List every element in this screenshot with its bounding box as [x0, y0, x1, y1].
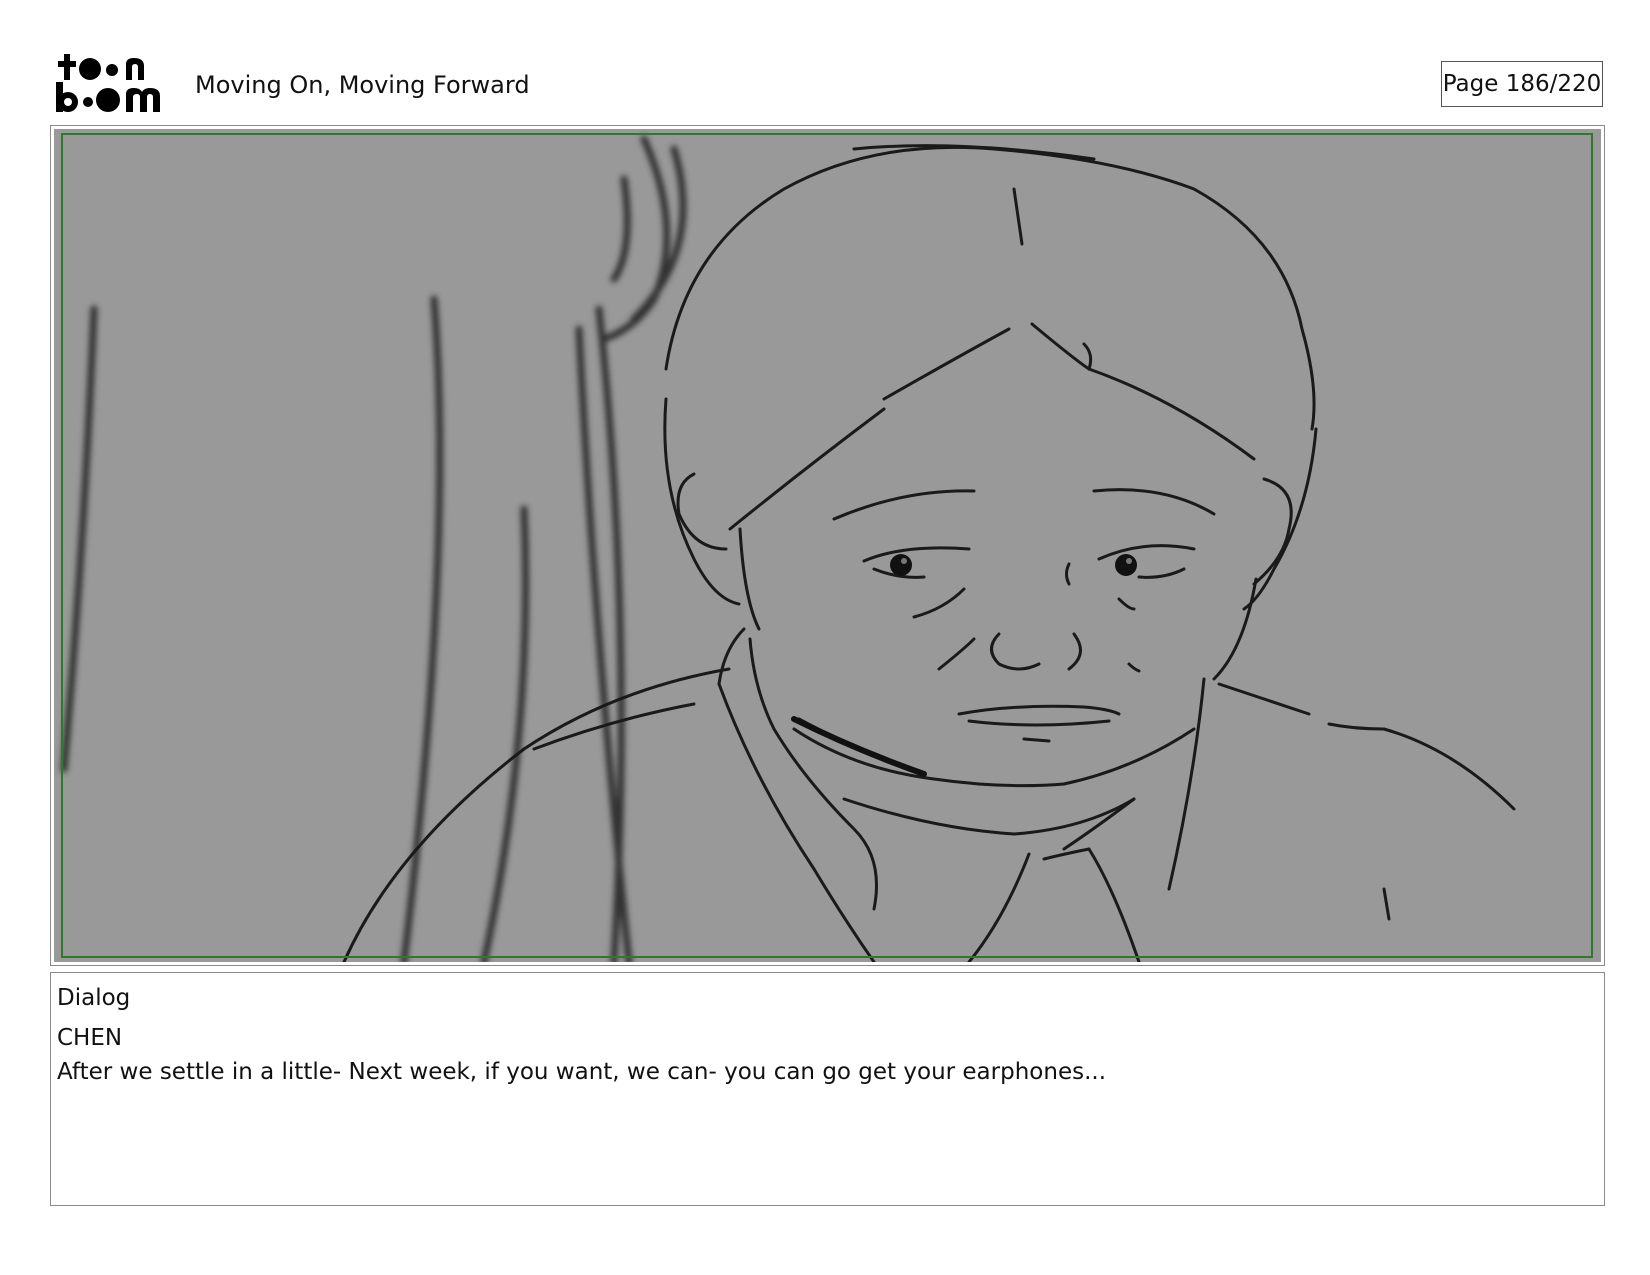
- jaw-shadow-stroke: [791, 716, 927, 777]
- project-title: Moving On, Moving Forward: [195, 71, 530, 99]
- page-counter: Page 186/220: [1441, 61, 1603, 107]
- dialog-box: Dialog CHEN After we settle in a little-…: [50, 972, 1605, 1206]
- character-sketch: [342, 144, 1516, 962]
- foreground-figure-sketch: [60, 135, 687, 962]
- dialog-speaker: CHEN: [57, 1025, 123, 1051]
- dialog-line: After we settle in a little- Next week, …: [57, 1059, 1107, 1085]
- toon-boom-logo: [54, 52, 174, 116]
- dialog-heading: Dialog: [57, 985, 131, 1011]
- storyboard-panel-sketch: [54, 129, 1601, 962]
